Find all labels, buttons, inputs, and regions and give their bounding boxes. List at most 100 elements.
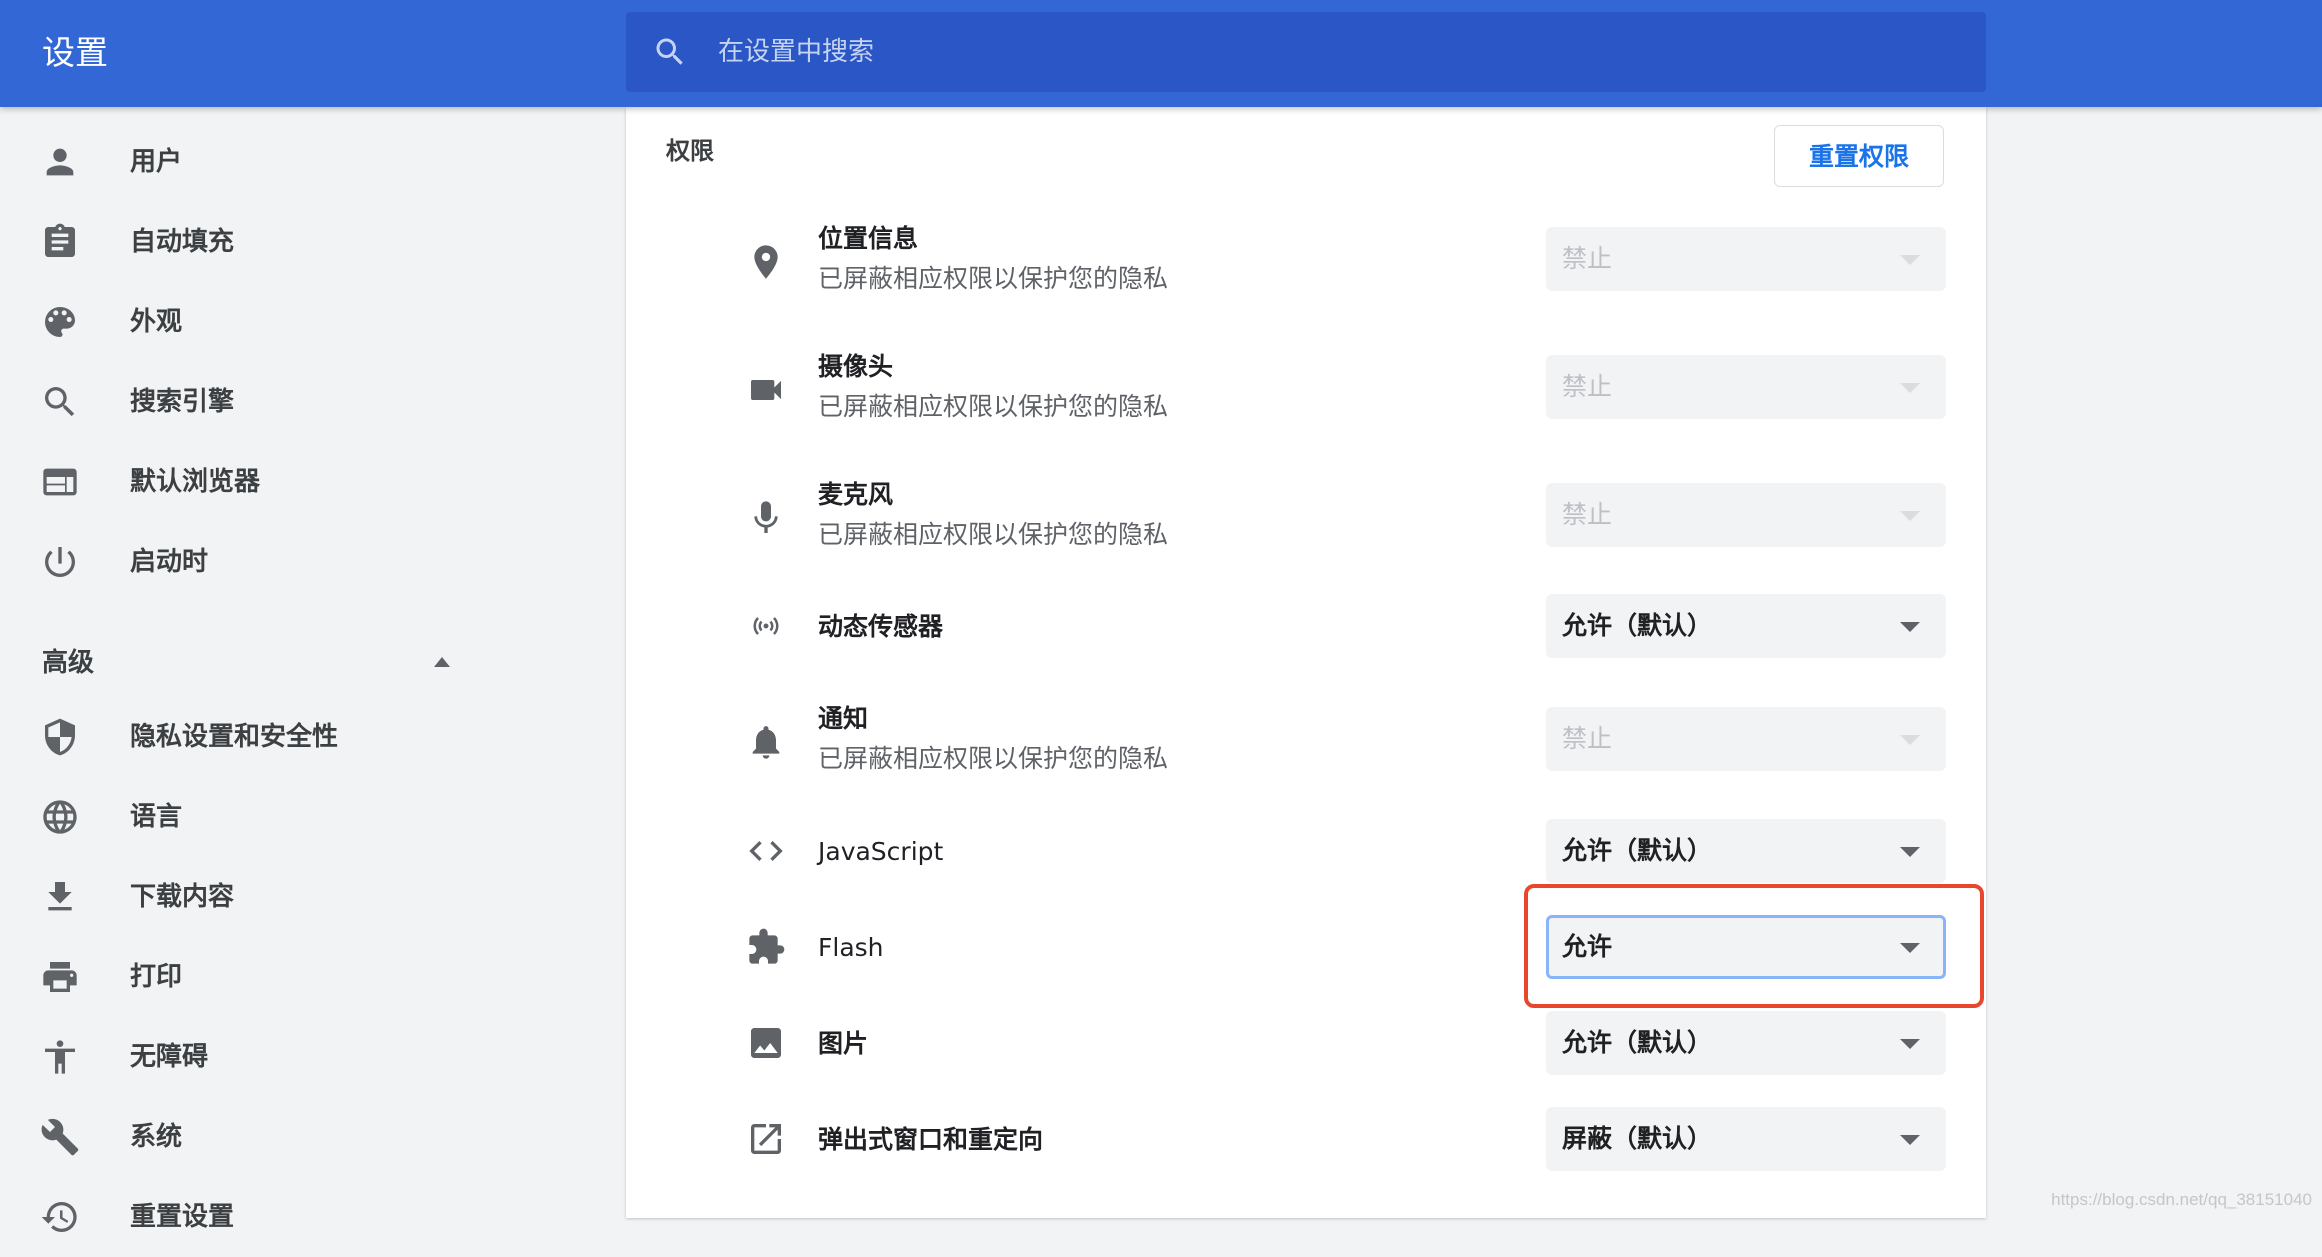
permission-row-notifications[interactable]: 通知 已屏蔽相应权限以保护您的隐私 禁止 (626, 697, 1986, 787)
clipboard-icon (45, 223, 75, 257)
palette-icon (45, 307, 75, 337)
shield-icon (45, 718, 75, 756)
sidebar-item-system[interactable]: 系统 (0, 1097, 600, 1177)
download-icon (48, 882, 72, 911)
caret-down-icon (1900, 847, 1920, 857)
highlight-annotation (1524, 884, 1984, 1008)
permission-select[interactable]: 允许（默认） (1546, 1011, 1946, 1075)
permission-select[interactable]: 允许（默认） (1546, 819, 1946, 883)
person-icon (46, 148, 74, 176)
sidebar-item-appearance[interactable]: 外观 (0, 282, 600, 362)
permission-select[interactable]: 禁止 (1546, 483, 1946, 547)
power-icon (44, 547, 75, 577)
caret-down-icon (1900, 735, 1920, 745)
sidebar-item-label: 系统 (130, 1122, 183, 1152)
advanced-section-toggle[interactable]: 高级 (0, 618, 626, 708)
code-icon (749, 841, 783, 861)
caret-down-icon (1900, 255, 1920, 265)
permission-subtitle: 已屏蔽相应权限以保护您的隐私 (818, 520, 1169, 549)
permission-select[interactable]: 禁止 (1546, 227, 1946, 291)
search-field[interactable]: 在设置中搜索 (626, 12, 1986, 92)
permission-title: 动态传感器 (818, 612, 944, 641)
sidebar-item-label: 外观 (130, 307, 183, 337)
permission-row-motion-sensors[interactable]: 动态传感器 允许（默认） (626, 582, 1986, 672)
microphone-icon (754, 501, 778, 533)
reset-permissions-button[interactable]: 重置权限 (1774, 125, 1944, 187)
sidebar: 用户 自动填充 外观 搜索引擎 默认浏览器 启动时 高级 隐私设置和安全性 语言… (0, 107, 626, 1232)
bell-icon (752, 726, 780, 759)
sidebar-item-label: 自动填充 (130, 227, 235, 257)
location-pin-icon (754, 245, 778, 279)
permission-subtitle: 已屏蔽相应权限以保护您的隐私 (818, 392, 1169, 421)
permission-row-microphone[interactable]: 麦克风 已屏蔽相应权限以保护您的隐私 禁止 (626, 473, 1986, 563)
sidebar-item-default-browser[interactable]: 默认浏览器 (0, 442, 600, 522)
open-external-icon (751, 1124, 781, 1154)
sidebar-item-autofill[interactable]: 自动填充 (0, 202, 600, 282)
select-value: 禁止 (1562, 244, 1613, 273)
sidebar-item-label: 语言 (130, 802, 183, 832)
restore-icon (41, 1202, 77, 1232)
sidebar-item-search-engine[interactable]: 搜索引擎 (0, 362, 600, 442)
sidebar-item-privacy[interactable]: 隐私设置和安全性 (0, 697, 600, 777)
permission-title: 位置信息 (818, 224, 919, 253)
search-icon (45, 387, 75, 417)
arrow-up-icon (434, 657, 450, 667)
top-toolbar: 设置 在设置中搜索 (0, 0, 2322, 107)
browser-window-icon (43, 468, 77, 496)
permission-subtitle: 已屏蔽相应权限以保护您的隐私 (818, 744, 1169, 773)
puzzle-icon (749, 928, 785, 964)
caret-down-icon (1900, 622, 1920, 632)
sensor-icon (753, 617, 779, 635)
permission-title: 弹出式窗口和重定向 (818, 1125, 1044, 1154)
sidebar-item-label: 用户 (130, 147, 183, 177)
sidebar-item-on-startup[interactable]: 启动时 (0, 522, 600, 602)
wrench-icon (41, 1118, 79, 1156)
permission-select[interactable]: 禁止 (1546, 707, 1946, 771)
caret-down-icon (1900, 383, 1920, 393)
globe-icon (43, 800, 77, 834)
permission-title: 通知 (818, 704, 869, 733)
sidebar-item-label: 无障碍 (130, 1042, 209, 1072)
permission-row-location[interactable]: 位置信息 已屏蔽相应权限以保护您的隐私 禁止 (626, 217, 1986, 307)
permission-select[interactable]: 允许（默认） (1546, 594, 1946, 658)
sidebar-item-downloads[interactable]: 下载内容 (0, 857, 600, 937)
permission-title: 摄像头 (818, 352, 894, 381)
sidebar-item-printing[interactable]: 打印 (0, 937, 600, 1017)
printer-icon (43, 962, 77, 992)
search-input[interactable]: 在设置中搜索 (718, 34, 874, 70)
caret-down-icon (1900, 511, 1920, 521)
permission-title: JavaScript (818, 837, 944, 866)
permission-row-camera[interactable]: 摄像头 已屏蔽相应权限以保护您的隐私 禁止 (626, 345, 1986, 435)
permission-row-popups[interactable]: 弹出式窗口和重定向 屏蔽（默认） (626, 1095, 1986, 1185)
section-title: 权限 (666, 137, 714, 165)
select-value: 允许（默认） (1562, 1028, 1713, 1057)
accessibility-icon (45, 1040, 75, 1074)
permission-select[interactable]: 禁止 (1546, 355, 1946, 419)
sidebar-item-people[interactable]: 用户 (0, 122, 600, 202)
permission-title: Flash (818, 933, 884, 962)
image-icon (751, 1028, 781, 1058)
select-value: 禁止 (1562, 500, 1613, 529)
select-value: 禁止 (1562, 372, 1613, 401)
sidebar-item-reset-settings[interactable]: 重置设置 (0, 1177, 600, 1257)
permission-select[interactable]: 屏蔽（默认） (1546, 1107, 1946, 1171)
advanced-label: 高级 (42, 648, 95, 678)
permission-row-images[interactable]: 图片 允许（默认） (626, 999, 1986, 1089)
select-value: 禁止 (1562, 724, 1613, 753)
camera-icon (751, 380, 781, 400)
page-title: 设置 (42, 33, 108, 72)
sidebar-item-label: 隐私设置和安全性 (130, 722, 339, 752)
permission-title: 图片 (818, 1029, 869, 1058)
sidebar-item-label: 重置设置 (130, 1202, 235, 1232)
permission-subtitle: 已屏蔽相应权限以保护您的隐私 (818, 264, 1169, 293)
permission-title: 麦克风 (818, 480, 894, 509)
select-value: 允许（默认） (1562, 836, 1713, 865)
sidebar-item-accessibility[interactable]: 无障碍 (0, 1017, 600, 1097)
caret-down-icon (1900, 1039, 1920, 1049)
select-value: 允许（默认） (1562, 611, 1713, 640)
sidebar-item-label: 默认浏览器 (130, 467, 261, 497)
sidebar-item-label: 打印 (130, 962, 183, 992)
search-icon[interactable] (652, 34, 688, 70)
watermark: https://blog.csdn.net/qq_38151040 (2051, 1190, 2312, 1209)
sidebar-item-languages[interactable]: 语言 (0, 777, 600, 857)
